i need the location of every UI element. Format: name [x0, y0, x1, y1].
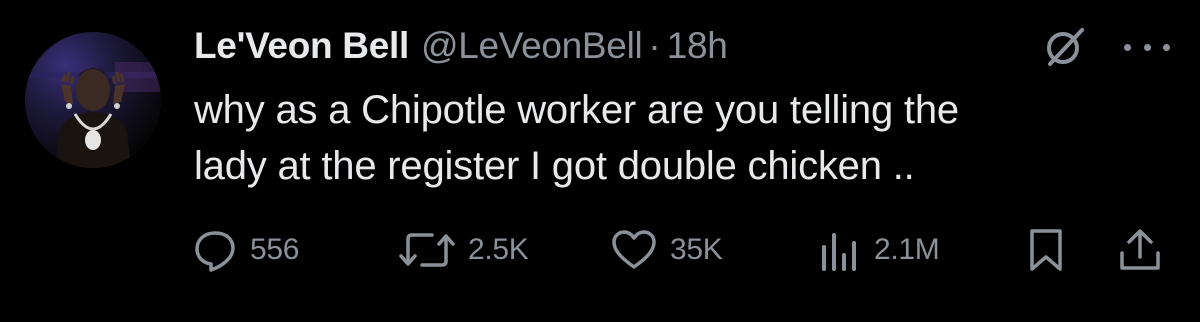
tweet-text-line-2: lady at the register I got double chicke… [194, 144, 915, 188]
bookmark-icon [1030, 229, 1062, 271]
bar-chart-icon [822, 233, 856, 271]
more-dot [1163, 43, 1170, 51]
reply-button[interactable]: 556 [192, 222, 299, 278]
views-count: 2.1M [874, 233, 940, 266]
tweet: Le'Veon Bell @LeVeonBell · 18h why as a … [0, 0, 1200, 322]
tweet-text-line-1: why as a Chipotle worker are you telling… [194, 88, 959, 132]
more-dot [1124, 43, 1131, 51]
separator-dot: · [648, 25, 661, 66]
avatar-image [25, 32, 161, 168]
share-button[interactable] [1118, 222, 1162, 278]
like-button[interactable]: 35K [610, 222, 723, 278]
grok-icon[interactable] [1042, 24, 1088, 70]
action-bar: 556 2.5K 35K 2.1M [0, 222, 1200, 278]
repost-count: 2.5K [468, 233, 529, 266]
views-button[interactable]: 2.1M [818, 222, 940, 278]
reply-count: 556 [250, 233, 300, 266]
repost-button[interactable]: 2.5K [398, 222, 529, 278]
share-icon [1120, 229, 1160, 270]
display-name[interactable]: Le'Veon Bell [194, 25, 409, 67]
tweet-header: Le'Veon Bell @LeVeonBell · 18h [194, 16, 728, 76]
heart-icon [612, 230, 656, 269]
user-handle[interactable]: @LeVeonBell [421, 25, 643, 67]
timestamp[interactable]: 18h [667, 25, 728, 67]
bookmark-button[interactable] [1028, 222, 1064, 278]
repost-icon [399, 233, 455, 267]
tweet-text: why as a Chipotle worker are you telling… [194, 82, 1154, 194]
more-icon[interactable] [1124, 32, 1170, 62]
more-dot [1143, 43, 1151, 51]
avatar[interactable] [25, 32, 161, 168]
header-icons [1042, 24, 1170, 70]
reply-icon [195, 231, 235, 272]
like-count: 35K [670, 233, 723, 266]
